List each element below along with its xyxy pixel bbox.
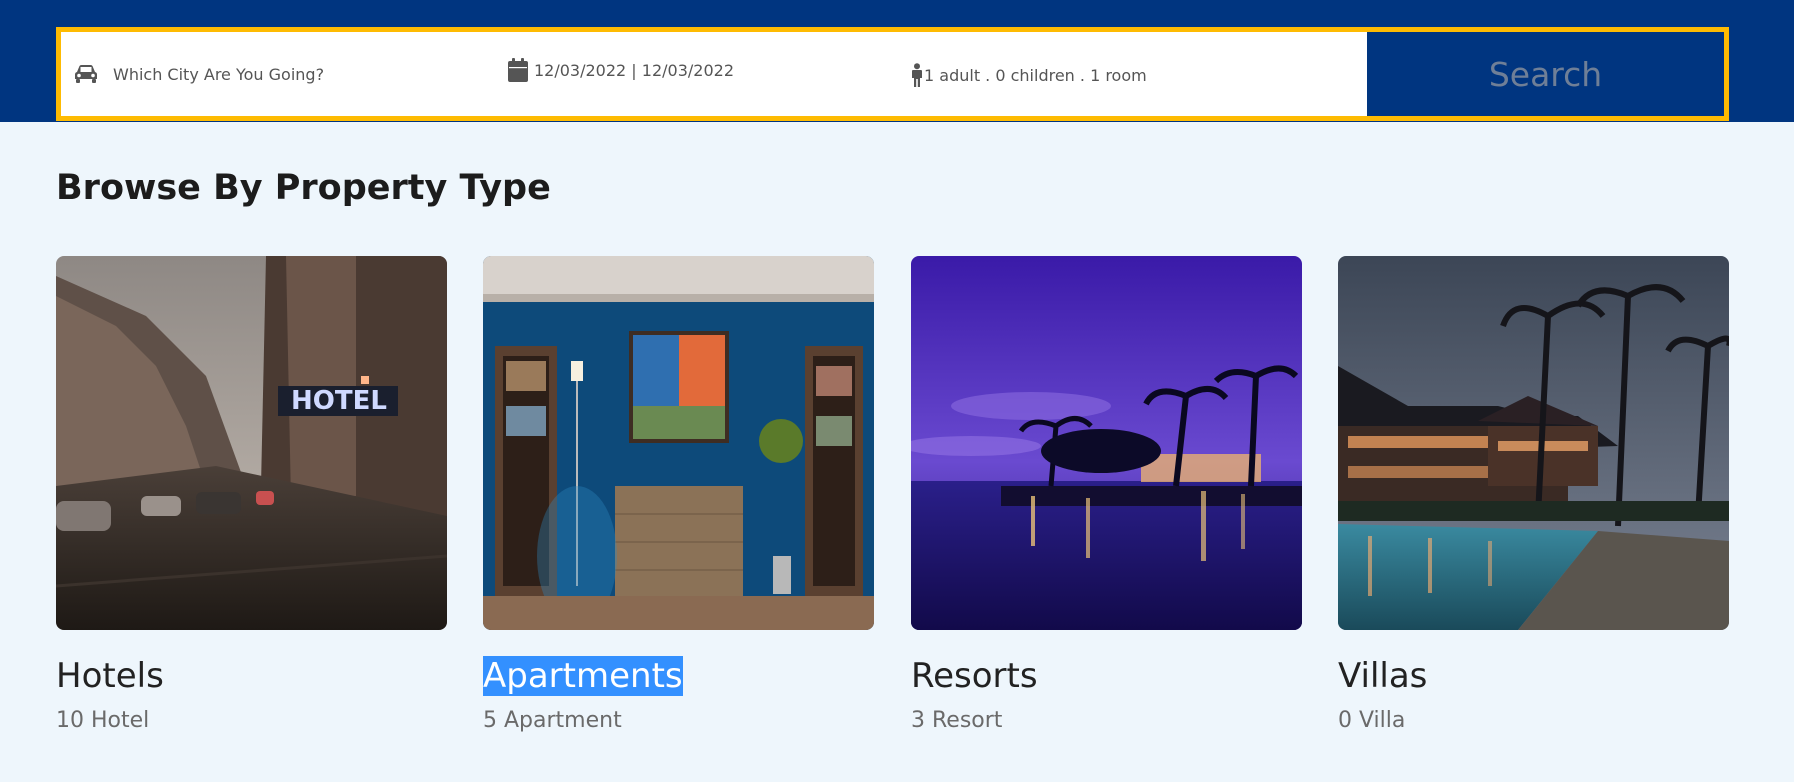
- property-card-villas[interactable]: Villas 0 Villa: [1338, 256, 1729, 733]
- property-card-hotels[interactable]: HOTEL Hotels 10 Hotel: [56, 256, 447, 733]
- property-image-hotels[interactable]: HOTEL: [56, 256, 447, 630]
- date-range-text: 12/03/2022 | 12/03/2022: [534, 60, 734, 80]
- property-title[interactable]: Resorts: [911, 656, 1038, 696]
- property-count: 0 Villa: [1338, 708, 1406, 733]
- property-count: 5 Apartment: [483, 708, 622, 733]
- city-placeholder: Which City Are You Going?: [113, 64, 325, 84]
- date-field[interactable]: 12/03/2022 | 12/03/2022: [506, 24, 910, 116]
- property-title[interactable]: Apartments: [483, 656, 683, 696]
- search-bar: Which City Are You Going? 12/03/2022 | 1…: [56, 27, 1729, 121]
- property-image-villas[interactable]: [1338, 256, 1729, 630]
- property-image-apartments[interactable]: [483, 256, 874, 630]
- svg-text:HOTEL: HOTEL: [291, 386, 387, 416]
- calendar-icon: [508, 58, 528, 82]
- guests-field[interactable]: 1 adult . 0 children . 1 room: [910, 34, 1367, 116]
- property-image-resorts[interactable]: [911, 256, 1302, 630]
- search-button[interactable]: Search: [1367, 32, 1724, 116]
- car-icon: [73, 63, 99, 85]
- person-icon: [910, 63, 924, 87]
- property-title[interactable]: Hotels: [56, 656, 164, 696]
- property-title[interactable]: Villas: [1338, 656, 1427, 696]
- property-count: 3 Resort: [911, 708, 1003, 733]
- property-card-resorts[interactable]: Resorts 3 Resort: [911, 256, 1302, 733]
- property-card-apartments[interactable]: Apartments 5 Apartment: [483, 256, 874, 733]
- section-title: Browse By Property Type: [56, 168, 551, 208]
- city-field[interactable]: Which City Are You Going?: [61, 32, 506, 116]
- guests-text: 1 adult . 0 children . 1 room: [924, 65, 1147, 85]
- property-count: 10 Hotel: [56, 708, 150, 733]
